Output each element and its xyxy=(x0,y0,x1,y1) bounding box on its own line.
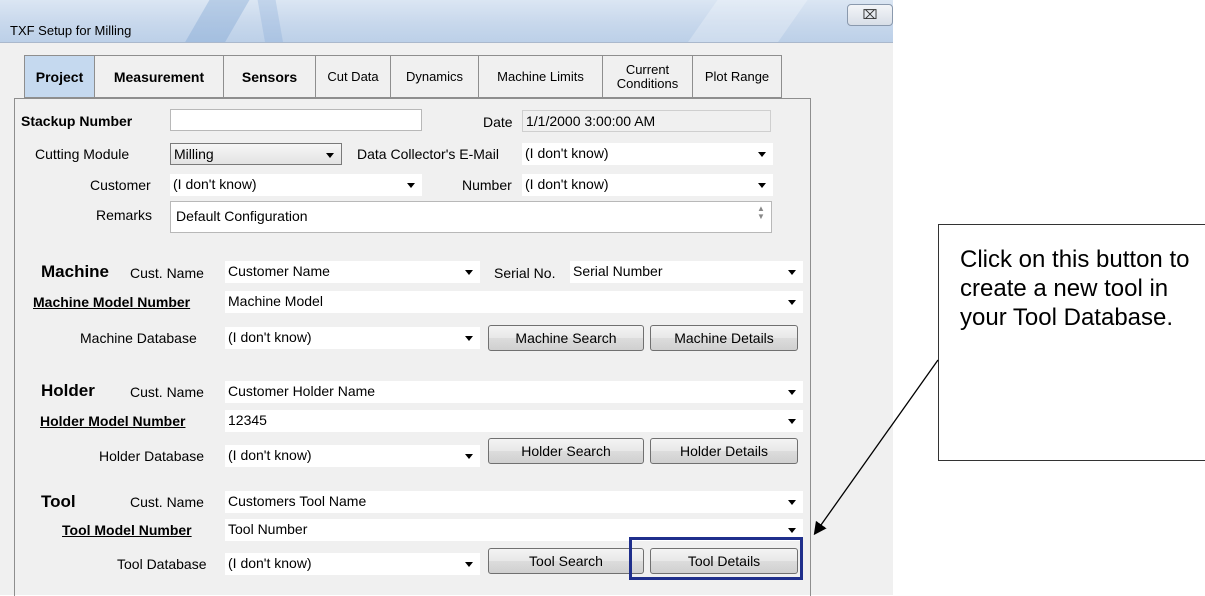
tool-search-button[interactable]: Tool Search xyxy=(488,548,644,574)
email-label: Data Collector's E-Mail xyxy=(357,146,499,162)
date-label: Date xyxy=(483,114,513,130)
machine-model-label[interactable]: Machine Model Number xyxy=(33,294,190,310)
tab-sensors[interactable]: Sensors xyxy=(223,55,315,98)
setup-window: TXF Setup for Milling ⌧ Project Measurem… xyxy=(0,0,893,596)
stackup-label: Stackup Number xyxy=(21,113,133,129)
tab-bar: Project Measurement Sensors Cut Data Dyn… xyxy=(24,55,782,99)
tool-db-label: Tool Database xyxy=(117,556,207,572)
tool-model-value: Tool Number xyxy=(228,521,308,537)
tab-current-conditions[interactable]: Current Conditions xyxy=(602,55,692,98)
serial-label: Serial No. xyxy=(494,265,556,281)
holder-cust-name-value: Customer Holder Name xyxy=(228,383,376,399)
machine-search-button[interactable]: Machine Search xyxy=(488,325,644,351)
chevron-down-icon xyxy=(788,300,796,305)
tab-project[interactable]: Project xyxy=(24,55,94,98)
machine-cust-name-value: Customer Name xyxy=(228,263,330,279)
cutting-module-select[interactable]: Milling xyxy=(170,143,342,165)
chevron-down-icon xyxy=(788,528,796,533)
email-select[interactable]: (I don't know) xyxy=(522,143,773,165)
tab-dynamics[interactable]: Dynamics xyxy=(390,55,478,98)
tool-model-label[interactable]: Tool Model Number xyxy=(62,522,192,538)
callout-text: Click on this button to create a new too… xyxy=(960,246,1190,331)
tab-measurement[interactable]: Measurement xyxy=(94,55,223,98)
chevron-down-icon xyxy=(788,419,796,424)
chevron-down-icon xyxy=(326,153,334,158)
customer-select[interactable]: (I don't know) xyxy=(170,174,422,196)
date-field: 1/1/2000 3:00:00 AM xyxy=(522,110,771,132)
machine-db-label: Machine Database xyxy=(80,330,197,346)
machine-db-value: (I don't know) xyxy=(228,329,312,345)
tool-cust-name-value: Customers Tool Name xyxy=(228,493,367,509)
holder-search-button[interactable]: Holder Search xyxy=(488,438,644,464)
remarks-value: Default Configuration xyxy=(176,208,308,224)
chevron-down-icon xyxy=(407,183,415,188)
machine-model-select[interactable]: Machine Model xyxy=(225,291,803,313)
machine-details-button[interactable]: Machine Details xyxy=(650,325,798,351)
chevron-down-icon xyxy=(788,390,796,395)
tab-machine-limits[interactable]: Machine Limits xyxy=(478,55,602,98)
machine-cust-name-select[interactable]: Customer Name xyxy=(225,261,480,283)
tool-header: Tool xyxy=(41,492,76,511)
holder-db-select[interactable]: (I don't know) xyxy=(225,445,480,467)
scroll-arrows-icon[interactable]: ▲ ▼ xyxy=(757,205,765,221)
tool-cust-name-label: Cust. Name xyxy=(130,494,204,510)
tab-plot-range[interactable]: Plot Range xyxy=(692,55,782,98)
tab-cut-data[interactable]: Cut Data xyxy=(315,55,390,98)
chevron-down-icon xyxy=(465,336,473,341)
chevron-down-icon xyxy=(788,500,796,505)
remarks-label: Remarks xyxy=(96,207,153,223)
holder-db-label: Holder Database xyxy=(99,448,205,464)
machine-db-select[interactable]: (I don't know) xyxy=(225,327,480,349)
holder-details-button[interactable]: Holder Details xyxy=(650,438,798,464)
tool-cust-name-select[interactable]: Customers Tool Name xyxy=(225,491,803,513)
holder-model-value: 12345 xyxy=(228,412,267,428)
serial-value: Serial Number xyxy=(573,263,663,279)
holder-cust-name-label: Cust. Name xyxy=(130,384,204,400)
holder-model-label[interactable]: Holder Model Number xyxy=(40,413,185,429)
number-value: (I don't know) xyxy=(525,176,609,192)
stackup-input[interactable] xyxy=(170,109,422,131)
cutting-module-value: Milling xyxy=(174,146,214,162)
close-button[interactable]: ⌧ xyxy=(847,4,893,26)
holder-cust-name-select[interactable]: Customer Holder Name xyxy=(225,381,803,403)
number-select[interactable]: (I don't know) xyxy=(522,174,773,196)
customer-label: Customer xyxy=(90,177,151,193)
annotation-callout: Click on this button to create a new too… xyxy=(938,224,1205,461)
tool-details-highlight-box xyxy=(629,537,803,580)
machine-cust-name-label: Cust. Name xyxy=(130,265,204,281)
chevron-down-icon xyxy=(758,183,766,188)
machine-model-value: Machine Model xyxy=(228,293,323,309)
holder-db-value: (I don't know) xyxy=(228,447,312,463)
tool-db-value: (I don't know) xyxy=(228,555,312,571)
remarks-textarea[interactable]: Default Configuration ▲ ▼ xyxy=(170,201,772,233)
holder-header: Holder xyxy=(41,381,95,400)
customer-value: (I don't know) xyxy=(173,176,257,192)
chevron-down-icon xyxy=(465,454,473,459)
email-value: (I don't know) xyxy=(525,145,609,161)
tool-db-select[interactable]: (I don't know) xyxy=(225,553,480,575)
chevron-down-icon xyxy=(465,270,473,275)
cutting-module-label: Cutting Module xyxy=(35,146,130,162)
title-bar: TXF Setup for Milling ⌧ xyxy=(0,0,893,43)
serial-select[interactable]: Serial Number xyxy=(570,261,803,283)
number-label: Number xyxy=(462,177,512,193)
chevron-down-icon xyxy=(788,270,796,275)
machine-header: Machine xyxy=(41,262,110,281)
chevron-down-icon xyxy=(465,562,473,567)
chevron-down-icon xyxy=(758,152,766,157)
window-title: TXF Setup for Milling xyxy=(10,23,132,38)
holder-model-select[interactable]: 12345 xyxy=(225,410,803,432)
